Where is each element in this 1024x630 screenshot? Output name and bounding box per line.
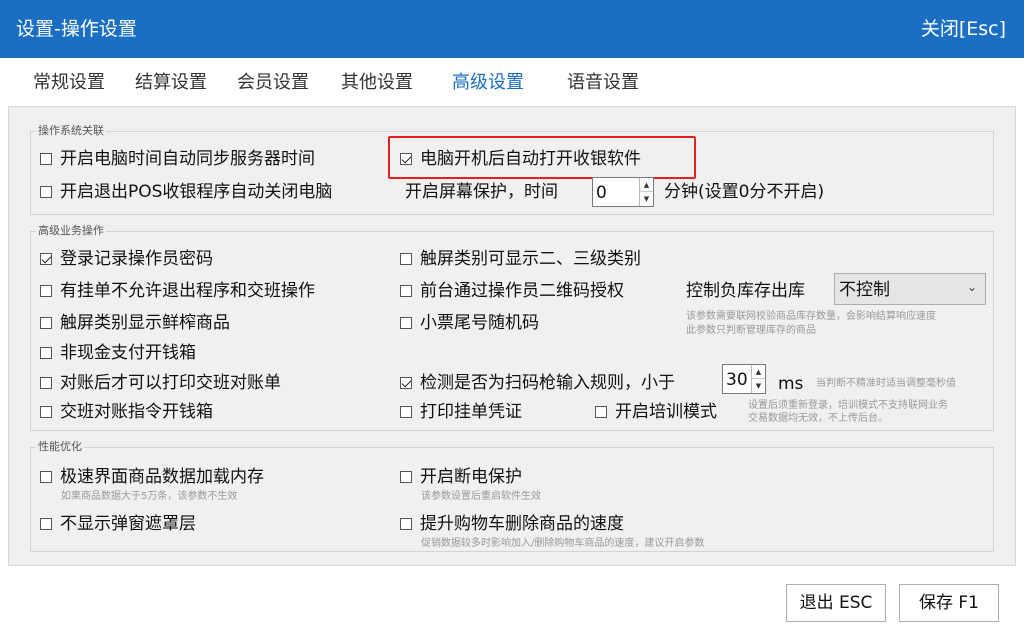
print-reconcile-checkbox[interactable]: 对账后才可以打印交班对账单 [40,372,281,394]
noncash-drawer-checkbox[interactable]: 非现金支付开钱箱 [40,342,196,364]
close-button[interactable]: 关闭[Esc] [921,16,1006,42]
negative-stock-hint: 该参数需要联网校验商品库存数量，会影响结算响应速度 [686,311,936,322]
suspend-no-exit-checkbox[interactable]: 有挂单不允许退出程序和交班操作 [40,280,315,302]
fast-delete-checkbox[interactable]: 提升购物车删除商品的速度 [400,513,624,535]
power-protect-checkbox[interactable]: 开启断电保护 [400,466,522,488]
training-hint: 设置后须重新登录，培训模式不支持联网业务 [748,400,948,411]
negative-stock-hint-2: 此参数只判断管理库存的商品 [686,325,816,336]
tab-checkout[interactable]: 结算设置 [135,71,207,95]
print-suspend-checkbox[interactable]: 打印挂单凭证 [400,401,522,423]
checkbox-icon [40,471,52,483]
chevron-down-icon: ⌄ [966,280,977,294]
tab-advanced[interactable]: 高级设置 [452,71,524,95]
screensaver-spinner[interactable]: ▲ ▼ [592,177,654,207]
record-password-checkbox[interactable]: 登录记录操作员密码 [40,248,213,270]
checkbox-icon [40,153,52,165]
checkbox-icon [400,253,412,265]
fast-load-hint: 如果商品数据大于5万条，该参数不生效 [61,491,238,502]
exit-button[interactable]: 退出 ESC [786,584,886,622]
title-bar: 设置-操作设置 关闭[Esc] [0,0,1024,58]
performance-group-label: 性能优化 [36,440,84,454]
receipt-random-checkbox[interactable]: 小票尾号随机码 [400,312,539,334]
business-group-label: 高级业务操作 [36,224,106,238]
negative-stock-select[interactable]: 不控制 ⌄ [834,273,986,305]
tab-bar: 常规设置 结算设置 会员设置 其他设置 高级设置 语音设置 [0,58,1024,106]
auto-start-checkbox[interactable]: 电脑开机后自动打开收银软件 [400,148,641,170]
checkbox-icon [400,471,412,483]
checkbox-icon [400,518,412,530]
sync-time-checkbox[interactable]: 开启电脑时间自动同步服务器时间 [40,148,315,170]
training-hint-2: 交易数据均无效，不上传后台。 [748,413,888,424]
spin-up-icon[interactable]: ▲ [640,178,653,192]
scanner-ms-spinner[interactable]: ▲ ▼ [722,364,766,394]
checkbox-icon [40,377,52,389]
fresh-goods-checkbox[interactable]: 触屏类别显示鲜榨商品 [40,312,230,334]
checkbox-icon [400,317,412,329]
scanner-ms-input[interactable] [726,369,750,391]
checkbox-icon [40,347,52,359]
checkbox-icon [595,406,607,418]
spin-down-icon[interactable]: ▼ [640,192,653,206]
handover-drawer-checkbox[interactable]: 交班对账指令开钱箱 [40,401,213,423]
spin-down-icon[interactable]: ▼ [752,379,765,393]
checkbox-icon [40,317,52,329]
training-mode-checkbox[interactable]: 开启培训模式 [595,401,717,423]
auto-shutdown-checkbox[interactable]: 开启退出POS收银程序自动关闭电脑 [40,181,332,203]
tab-member[interactable]: 会员设置 [237,71,309,95]
scanner-hint: 当判断不精准时适当调整毫秒值 [816,378,956,389]
tab-other[interactable]: 其他设置 [341,71,413,95]
touch-subcategory-checkbox[interactable]: 触屏类别可显示二、三级类别 [400,248,641,270]
checkbox-icon [40,285,52,297]
checkbox-checked-icon [400,153,412,165]
fast-delete-hint: 促销数据较多时影响加入/删除购物车商品的速度，建议开启参数 [421,538,705,549]
checkbox-icon [400,406,412,418]
qr-authorize-checkbox[interactable]: 前台通过操作员二维码授权 [400,280,624,302]
no-mask-checkbox[interactable]: 不显示弹窗遮罩层 [40,513,196,535]
scanner-ms-unit: ms [778,374,804,394]
checkbox-icon [40,518,52,530]
scanner-rule-checkbox[interactable]: 检测是否为扫码枪输入规则，小于 [400,372,675,394]
checkbox-icon [40,406,52,418]
os-group-label: 操作系统关联 [36,124,106,138]
screensaver-label: 开启屏幕保护，时间 [405,182,558,202]
screensaver-suffix: 分钟(设置0分不开启) [664,182,825,202]
negative-stock-label: 控制负库存出库 [686,281,805,301]
window-title: 设置-操作设置 [16,18,137,40]
fast-load-checkbox[interactable]: 极速界面商品数据加载内存 [40,466,264,488]
power-protect-hint: 该参数设置后重启软件生效 [421,491,541,502]
tab-general[interactable]: 常规设置 [33,71,105,95]
tab-voice[interactable]: 语音设置 [567,71,639,95]
checkbox-checked-icon [400,377,412,389]
save-button[interactable]: 保存 F1 [899,584,999,622]
checkbox-checked-icon [40,253,52,265]
spin-up-icon[interactable]: ▲ [752,365,765,379]
checkbox-icon [400,285,412,297]
checkbox-icon [40,186,52,198]
screensaver-input[interactable] [596,182,636,204]
